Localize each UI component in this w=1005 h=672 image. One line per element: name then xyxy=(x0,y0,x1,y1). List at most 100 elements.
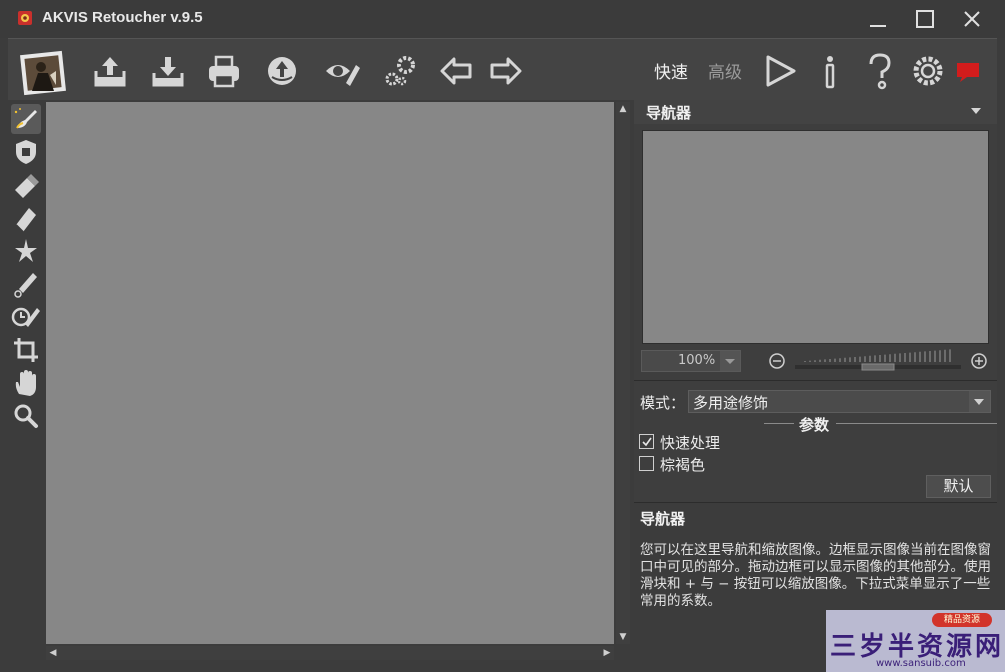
zoom-out-icon xyxy=(769,353,785,369)
scroll-right-icon[interactable]: ▶ xyxy=(600,646,614,660)
zoom-dropdown[interactable]: 100% xyxy=(641,350,741,372)
maximize-button[interactable] xyxy=(905,6,945,32)
undo-button[interactable] xyxy=(436,51,476,91)
title-bar: AKVIS Retoucher v.9.5 xyxy=(0,0,1005,38)
history-brush-tool-icon xyxy=(11,307,40,327)
mode-select[interactable]: 多用途修饰 xyxy=(688,390,991,413)
horizontal-scrollbar[interactable]: ◀ ▶ xyxy=(46,646,614,660)
tool-palette xyxy=(8,100,44,664)
crop-tool-icon xyxy=(14,338,38,362)
zoom-out-button[interactable] xyxy=(768,352,786,370)
stamp-tool-icon xyxy=(15,208,36,233)
batch-settings-button[interactable] xyxy=(380,51,420,91)
watermark-badge: 精品资源 xyxy=(932,613,992,627)
chevron-down-icon[interactable] xyxy=(720,351,740,371)
share-icon xyxy=(268,57,296,85)
zoom-slider-thumb xyxy=(861,363,895,371)
divider xyxy=(836,423,997,424)
info-icon xyxy=(825,56,835,89)
vertical-scrollbar[interactable]: ▲ ▼ xyxy=(616,102,630,644)
akvis-app-icon xyxy=(16,9,34,27)
zoom-in-button[interactable] xyxy=(970,352,988,370)
hand-tool-icon xyxy=(15,370,37,396)
params-title: 参数 xyxy=(799,416,830,434)
watermark-logo: 精品资源 三岁半资源网 www.sansuib.com xyxy=(826,610,1005,672)
magic-tool-icon xyxy=(15,239,37,262)
open-image-button[interactable] xyxy=(90,51,130,91)
image-canvas[interactable] xyxy=(46,102,614,644)
save-image-button[interactable] xyxy=(148,51,188,91)
divider xyxy=(764,423,794,424)
navigator-title: 导航器 xyxy=(646,104,692,122)
checkbox-label: 棕褐色 xyxy=(660,456,706,474)
divider xyxy=(634,380,997,381)
photo-thumbnail-button[interactable] xyxy=(16,45,70,97)
watermark-icon xyxy=(326,65,360,86)
news-icon xyxy=(957,63,979,82)
divider xyxy=(634,502,997,503)
zoom-slider-track xyxy=(795,349,961,371)
eraser-tool-icon xyxy=(15,174,39,198)
eraser-tool[interactable] xyxy=(11,170,41,200)
photo-thumbnail-icon xyxy=(20,50,66,96)
magic-tool[interactable] xyxy=(11,236,41,266)
mode-select-value: 多用途修饰 xyxy=(693,394,769,412)
crop-tool[interactable] xyxy=(11,335,41,365)
tab-advanced-mode[interactable]: 高级 xyxy=(708,58,742,83)
checkbox-unchecked[interactable] xyxy=(639,456,654,471)
watermark-button[interactable] xyxy=(322,51,362,91)
help-button[interactable] xyxy=(860,51,900,91)
undo-icon xyxy=(440,57,472,85)
smart-brush-tool[interactable] xyxy=(11,104,41,134)
preferences-button[interactable] xyxy=(908,51,948,91)
hand-tool[interactable] xyxy=(11,368,41,398)
batch-settings-icon xyxy=(385,56,415,86)
close-button[interactable] xyxy=(952,6,992,32)
image-window: ▲ ▼ ◀ ▶ xyxy=(44,100,632,664)
preferences-icon xyxy=(913,56,943,86)
default-button[interactable]: 默认 xyxy=(926,475,991,498)
protect-tool[interactable] xyxy=(11,137,41,167)
open-image-icon xyxy=(94,57,126,87)
minimize-button[interactable] xyxy=(858,6,898,32)
print-button[interactable] xyxy=(204,51,244,91)
chevron-down-icon[interactable] xyxy=(969,391,990,412)
collapse-arrow-icon[interactable] xyxy=(971,108,981,114)
checkbox-label: 快速处理 xyxy=(660,434,721,452)
news-button[interactable] xyxy=(954,51,994,91)
zoom-in-icon xyxy=(971,353,987,369)
checkmark-icon xyxy=(642,437,652,447)
scroll-left-icon[interactable]: ◀ xyxy=(46,646,60,660)
protect-tool-icon xyxy=(16,140,36,164)
zoom-slider[interactable] xyxy=(795,348,961,372)
brush-tool-icon xyxy=(14,273,37,298)
maximize-icon xyxy=(916,10,934,28)
main-toolbar: 快速 高级 xyxy=(8,38,997,100)
checkbox-checked[interactable] xyxy=(639,434,654,449)
print-icon xyxy=(209,55,239,88)
tab-quick-mode[interactable]: 快速 xyxy=(654,58,688,83)
redo-button[interactable] xyxy=(486,51,526,91)
mode-label: 模式： xyxy=(640,394,686,412)
run-icon xyxy=(766,55,796,87)
run-button[interactable] xyxy=(760,51,800,91)
navigator-header[interactable]: 导航器 xyxy=(634,100,997,124)
history-brush-tool[interactable] xyxy=(11,302,41,332)
zoom-tool[interactable] xyxy=(11,401,41,431)
stamp-tool[interactable] xyxy=(11,203,41,233)
settings-panel: 导航器 100% 模式： 多用途修饰 参数 快速处理 棕褐色 默认 导航器 您可… xyxy=(634,100,997,664)
minimize-icon xyxy=(870,25,886,27)
window-title: AKVIS Retoucher v.9.5 xyxy=(42,9,203,26)
scroll-up-icon[interactable]: ▲ xyxy=(616,102,630,116)
save-image-icon xyxy=(152,57,184,87)
brush-tool[interactable] xyxy=(11,269,41,299)
info-button[interactable] xyxy=(810,51,850,91)
zoom-value: 100% xyxy=(678,353,716,368)
zoom-tool-icon xyxy=(14,404,38,428)
close-icon xyxy=(964,11,980,27)
scroll-down-icon[interactable]: ▼ xyxy=(616,630,630,644)
help-text: 您可以在这里导航和缩放图像。边框显示图像当前在图像窗口中可见的部分。拖动边框可以… xyxy=(640,542,991,609)
navigator-preview[interactable] xyxy=(642,130,989,344)
share-button[interactable] xyxy=(262,51,302,91)
smart-brush-tool-icon xyxy=(14,108,37,129)
